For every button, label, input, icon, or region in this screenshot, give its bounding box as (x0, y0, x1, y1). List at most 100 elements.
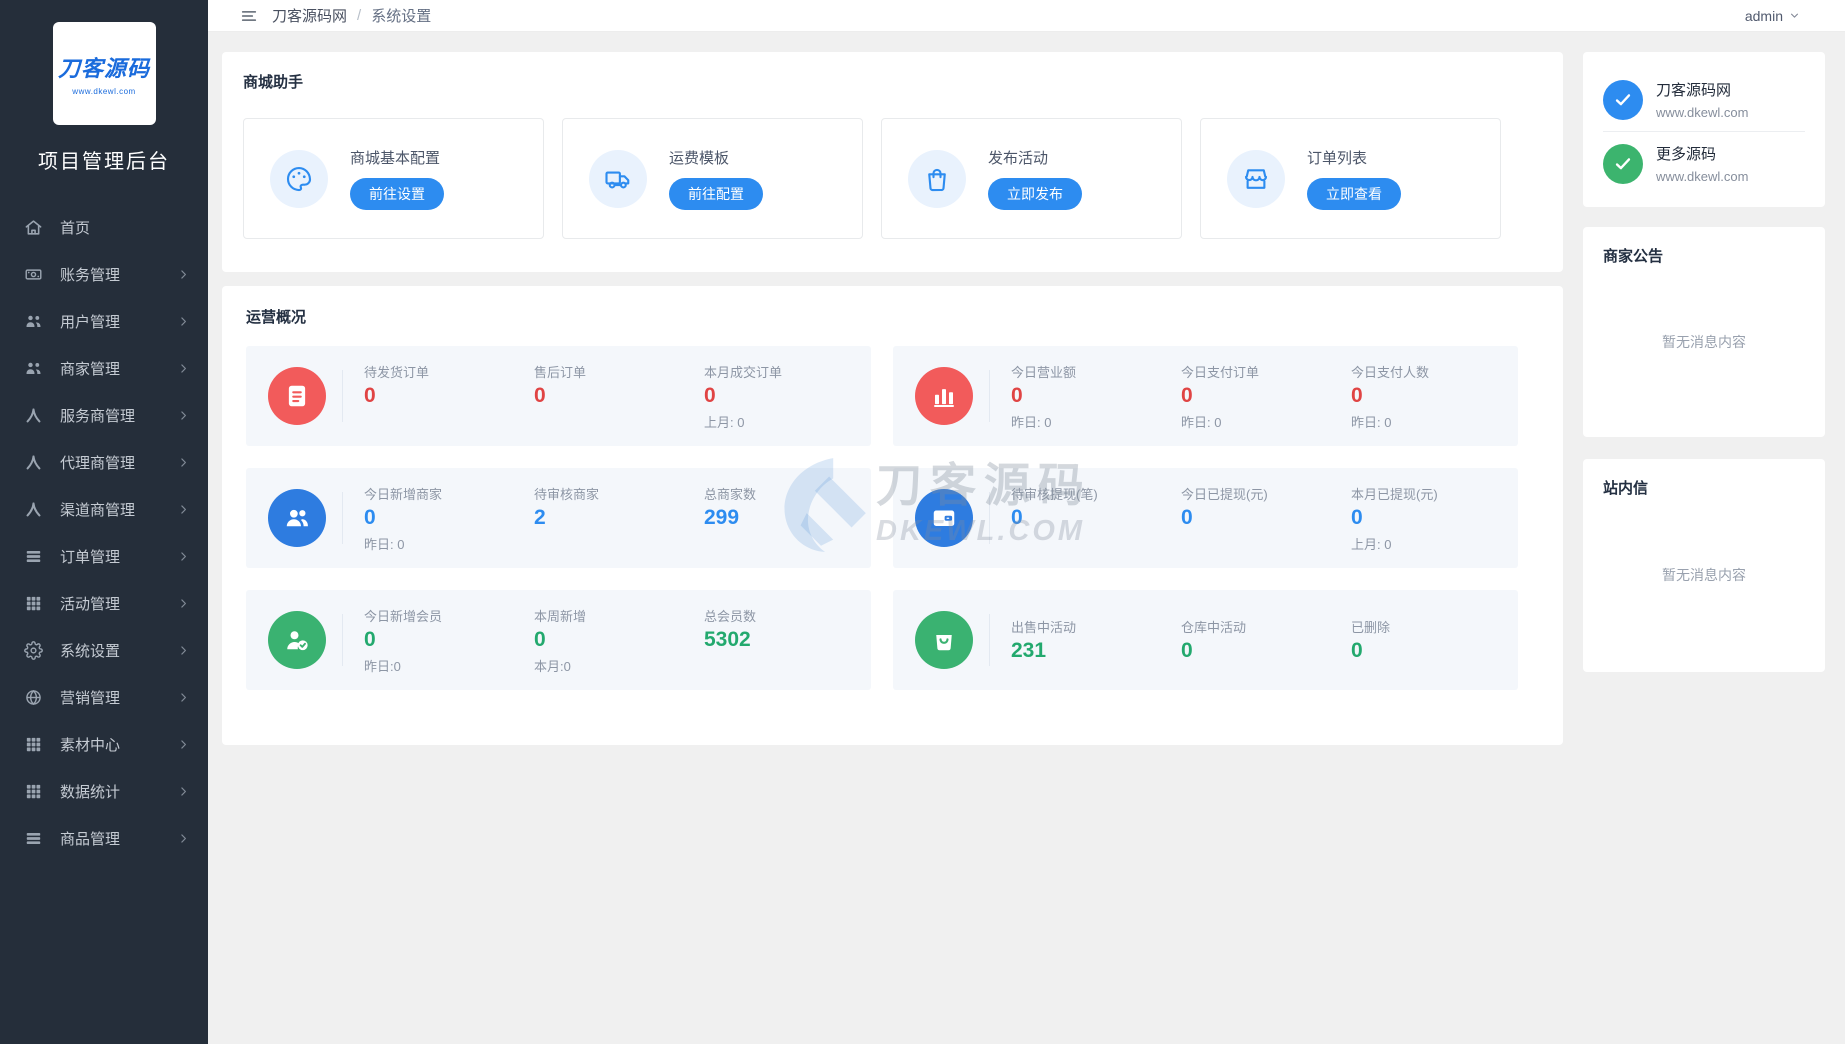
notice-empty-message: 暂无消息内容 (1662, 333, 1746, 350)
breadcrumb: 刀客源码网 / 系统设置 (272, 5, 431, 26)
stat-columns: 待审核提现(笔) 0 今日已提现(元) 0 本月已提现(元) 0 上月: 0 (990, 484, 1518, 553)
hamburger-icon[interactable] (240, 7, 258, 25)
sidebar-item-marketing[interactable]: 营销管理 (0, 674, 208, 721)
wallet-icon (929, 503, 959, 533)
stat-label: 已删除 (1351, 620, 1391, 635)
shop-config-button[interactable]: 前往设置 (350, 178, 444, 210)
stat-label: 今日支付人数 (1351, 364, 1430, 380)
stat-sub-label: 上月: 0 (1351, 536, 1392, 552)
chevron-right-icon (177, 597, 190, 610)
sidebar-item-activities[interactable]: 活动管理 (0, 580, 208, 627)
stat-columns: 出售中活动 231 仓库中活动 0 已删除 0 (990, 617, 1518, 663)
shipping-template-button[interactable]: 前往配置 (669, 178, 763, 210)
grid-icon (24, 782, 43, 801)
notice-title: 商家公告 (1603, 248, 1664, 265)
stat-label: 今日支付订单 (1181, 364, 1260, 380)
stat-item: 待审核提现(笔) 0 (1011, 484, 1181, 530)
stat-icon-circle (268, 489, 326, 547)
check-icon (1612, 89, 1634, 111)
users-fill-icon (282, 503, 312, 533)
sidebar-item-agents[interactable]: 代理商管理 (0, 439, 208, 486)
chevron-right-icon (177, 315, 190, 328)
stat-sub-label: 上月: 0 (704, 414, 745, 430)
bag-fill-icon (929, 625, 959, 655)
sidebar-item-users[interactable]: 用户管理 (0, 298, 208, 345)
site-link-more-source[interactable]: 更多源码 www.dkewl.com (1603, 131, 1805, 195)
site-text: 刀客源码网 www.dkewl.com (1656, 79, 1748, 120)
action-icon-bubble (270, 149, 328, 208)
mail-card: 站内信 暂无消息内容 (1583, 459, 1825, 672)
action-label: 商城基本配置 (350, 150, 441, 167)
stat-sub-label: 本月:0 (534, 658, 571, 674)
stat-icon-circle (915, 367, 973, 425)
app-logo: 刀客源码 www.dkewl.com (52, 22, 156, 125)
sidebar-item-channels[interactable]: 渠道商管理 (0, 486, 208, 533)
stat-sub-label: 昨日: 0 (1181, 414, 1222, 430)
stat-icon-circle (915, 489, 973, 547)
palette-icon (284, 164, 314, 194)
order-list-button[interactable]: 立即查看 (1307, 178, 1401, 210)
stat-item: 今日新增商家 0 昨日: 0 (364, 484, 534, 553)
stat-item: 今日已提现(元) 0 (1181, 484, 1351, 530)
topbar: 刀客源码网 / 系统设置 admin (208, 0, 1845, 32)
sites-card: 刀客源码网 www.dkewl.com 更多源码 www.dkewl.com (1583, 52, 1825, 207)
site-name: 更多源码 (1656, 146, 1717, 163)
chevron-right-icon (177, 503, 190, 516)
action-info: 订单列表 立即查看 (1307, 147, 1401, 210)
stat-value: 0 (364, 505, 376, 529)
site-link-main-site[interactable]: 刀客源码网 www.dkewl.com (1603, 68, 1805, 131)
stat-item: 今日新增会员 0 昨日:0 (364, 606, 534, 675)
chevron-right-icon (177, 456, 190, 469)
assistant-card: 商城助手 商城基本配置 前往设置 运费模板 前往配置 发布活动 立即发布 订单列表 立即查看 (222, 52, 1563, 272)
list-icon (24, 547, 43, 566)
sidebar-item-statistics[interactable]: 数据统计 (0, 768, 208, 815)
stat-value: 0 (1351, 505, 1363, 529)
stat-label: 今日已提现(元) (1181, 486, 1268, 502)
sidebar-item-products[interactable]: 商品管理 (0, 815, 208, 862)
chevron-down-icon (1788, 9, 1801, 22)
users-icon (24, 312, 43, 331)
stat-label: 总商家数 (704, 486, 757, 502)
sidebar-item-merchants[interactable]: 商家管理 (0, 345, 208, 392)
stat-icon-circle (915, 611, 973, 669)
stat-label: 今日新增商家 (364, 486, 443, 502)
assistant-action-publish-activity: 发布活动 立即发布 (881, 118, 1182, 239)
sidebar-item-materials[interactable]: 素材中心 (0, 721, 208, 768)
overview-card: 运营概况 待发货订单 0 售后订单 0 本月成交订单 0 上月: 0 今日营业额 0 昨日: 0今… (222, 286, 1563, 745)
assistant-action-order-list: 订单列表 立即查看 (1200, 118, 1501, 239)
truck-icon (603, 164, 633, 194)
stat-label: 出售中活动 (1011, 620, 1077, 635)
stat-item: 售后订单 0 (534, 362, 704, 408)
stat-sub-label: 昨日: 0 (364, 536, 405, 552)
stat-item: 出售中活动 231 (1011, 617, 1181, 663)
action-info: 商城基本配置前往设置 (350, 147, 444, 210)
site-name: 刀客源码网 (1656, 82, 1732, 99)
stat-value: 0 (1011, 383, 1023, 407)
stat-value: 231 (1011, 639, 1047, 662)
breadcrumb-item-current[interactable]: 系统设置 (371, 5, 431, 26)
overview-box-members: 今日新增会员 0 昨日:0 本周新增 0 本月:0 总会员数 5302 (246, 590, 871, 690)
site-text: 更多源码 www.dkewl.com (1656, 143, 1748, 184)
stat-value: 0 (1181, 639, 1193, 662)
globe-icon (24, 688, 43, 707)
stat-value: 0 (1181, 383, 1193, 407)
user-menu[interactable]: admin (1745, 8, 1801, 24)
sidebar-item-system-settings[interactable]: 系统设置 (0, 627, 208, 674)
stat-columns: 待发货订单 0 售后订单 0 本月成交订单 0 上月: 0 (343, 362, 871, 431)
logo-subtitle: www.dkewl.com (72, 87, 136, 96)
chevron-right-icon (177, 832, 190, 845)
sidebar-item-orders[interactable]: 订单管理 (0, 533, 208, 580)
stat-columns: 今日营业额 0 昨日: 0 今日支付订单 0 昨日: 0 今日支付人数 0 昨日: 0 (990, 362, 1518, 431)
sidebar-item-home[interactable]: 首页 (0, 204, 208, 251)
sidebar-item-label: 渠道商管理 (60, 502, 136, 519)
stat-label: 本周新增 (534, 608, 587, 624)
stat-item: 仓库中活动 0 (1181, 617, 1351, 663)
sidebar-item-finance[interactable]: 账务管理 (0, 251, 208, 298)
breadcrumb-item-home[interactable]: 刀客源码网 (272, 5, 347, 26)
sidebar-item-service-providers[interactable]: 服务商管理 (0, 392, 208, 439)
sidebar-item-label: 用户管理 (60, 314, 121, 331)
overview-box-withdrawals: 待审核提现(笔) 0 今日已提现(元) 0 本月已提现(元) 0 上月: 0 (893, 468, 1518, 568)
stat-value: 0 (364, 383, 376, 407)
publish-activity-button[interactable]: 立即发布 (988, 178, 1082, 210)
assistant-action-shipping-template: 运费模板 前往配置 (562, 118, 863, 239)
